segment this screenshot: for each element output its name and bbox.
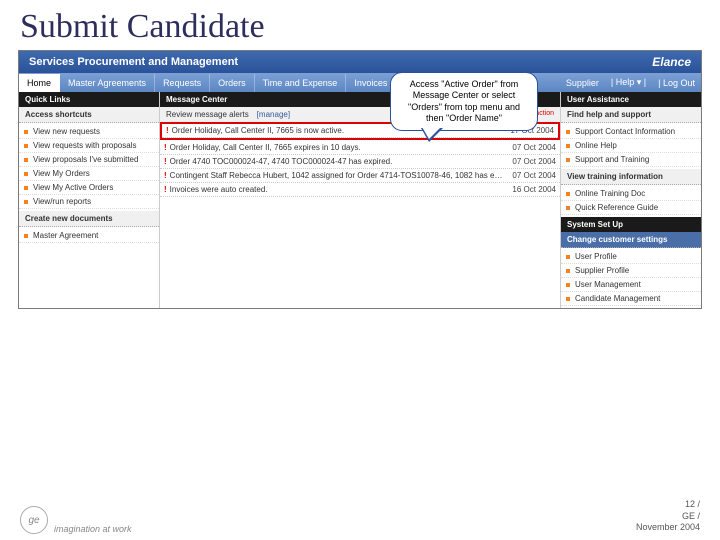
- link-contact-info[interactable]: Support Contact Information: [561, 125, 701, 139]
- manage-link[interactable]: [manage]: [257, 110, 290, 119]
- tab-orders[interactable]: Orders: [210, 74, 255, 92]
- slide-footer: ge imagination at work 12 / GE / Novembe…: [0, 499, 720, 534]
- msg-text[interactable]: Order Holiday, Call Center II, 7665 expi…: [170, 143, 507, 152]
- link-reports[interactable]: View/run reports: [19, 195, 159, 209]
- link-training[interactable]: Support and Training: [561, 153, 701, 167]
- change-settings-header: Change customer settings: [561, 232, 701, 248]
- date: November 2004: [636, 522, 700, 532]
- tab-requests[interactable]: Requests: [155, 74, 210, 92]
- link-training-doc[interactable]: Online Training Doc: [561, 187, 701, 201]
- right-column: User Assistance Find help and support Su…: [561, 92, 701, 308]
- link-candidate-mgmt[interactable]: Candidate Management: [561, 292, 701, 306]
- tab-time-expense[interactable]: Time and Expense: [255, 74, 347, 92]
- msg-date: 07 Oct 2004: [512, 143, 556, 152]
- company: GE /: [682, 511, 700, 521]
- find-help-header: Find help and support: [561, 107, 701, 123]
- logout-link[interactable]: | Log Out: [652, 74, 701, 92]
- ge-logo-icon: ge: [20, 506, 48, 534]
- link-new-requests[interactable]: View new requests: [19, 125, 159, 139]
- tab-home[interactable]: Home: [19, 74, 60, 92]
- link-master-agreement[interactable]: Master Agreement: [19, 229, 159, 243]
- tab-invoices[interactable]: Invoices: [346, 74, 396, 92]
- system-setup-header: System Set Up: [561, 217, 701, 232]
- page-num: 12 /: [685, 499, 700, 509]
- link-quick-ref[interactable]: Quick Reference Guide: [561, 201, 701, 215]
- left-column: Quick Links Access shortcuts View new re…: [19, 92, 160, 308]
- brand-logo: Elance: [652, 55, 691, 69]
- msg-text[interactable]: Order 4740 TOC000024-47, 4740 TOC000024-…: [170, 157, 507, 166]
- instruction-callout: Access "Active Order" from Message Cente…: [390, 72, 538, 131]
- user-assistance-header: User Assistance: [561, 92, 701, 107]
- link-active-orders[interactable]: View My Active Orders: [19, 181, 159, 195]
- tagline: imagination at work: [54, 524, 132, 534]
- link-online-help[interactable]: Online Help: [561, 139, 701, 153]
- tab-master-agreements[interactable]: Master Agreements: [60, 74, 155, 92]
- link-supplier-profile[interactable]: Supplier Profile: [561, 264, 701, 278]
- access-shortcuts-header: Access shortcuts: [19, 107, 159, 123]
- app-screenshot: Services Procurement and Management Elan…: [18, 50, 702, 309]
- link-user-profile[interactable]: User Profile: [561, 250, 701, 264]
- msg-date: 07 Oct 2004: [512, 171, 556, 180]
- app-header: Services Procurement and Management Elan…: [19, 51, 701, 73]
- review-alerts-label: Review message alerts: [166, 110, 249, 119]
- page-title: Submit Candidate: [0, 0, 720, 50]
- link-requests-proposals[interactable]: View requests with proposals: [19, 139, 159, 153]
- link-proposals-submitted[interactable]: View proposals I've submitted: [19, 153, 159, 167]
- msg-text[interactable]: Contingent Staff Rebecca Hubert, 1042 as…: [170, 171, 507, 180]
- user-label: Supplier: [560, 74, 605, 92]
- msg-text[interactable]: Invoices were auto created.: [170, 185, 507, 194]
- main-nav: Home Master Agreements Requests Orders T…: [19, 73, 701, 92]
- link-user-mgmt[interactable]: User Management: [561, 278, 701, 292]
- msg-date: 16 Oct 2004: [512, 185, 556, 194]
- link-my-orders[interactable]: View My Orders: [19, 167, 159, 181]
- create-docs-header: Create new documents: [19, 211, 159, 227]
- view-training-header: View training information: [561, 169, 701, 185]
- msg-date: 07 Oct 2004: [512, 157, 556, 166]
- app-name: Services Procurement and Management: [29, 56, 238, 68]
- help-link[interactable]: | Help ▾ |: [605, 73, 652, 92]
- quick-links-header: Quick Links: [19, 92, 159, 107]
